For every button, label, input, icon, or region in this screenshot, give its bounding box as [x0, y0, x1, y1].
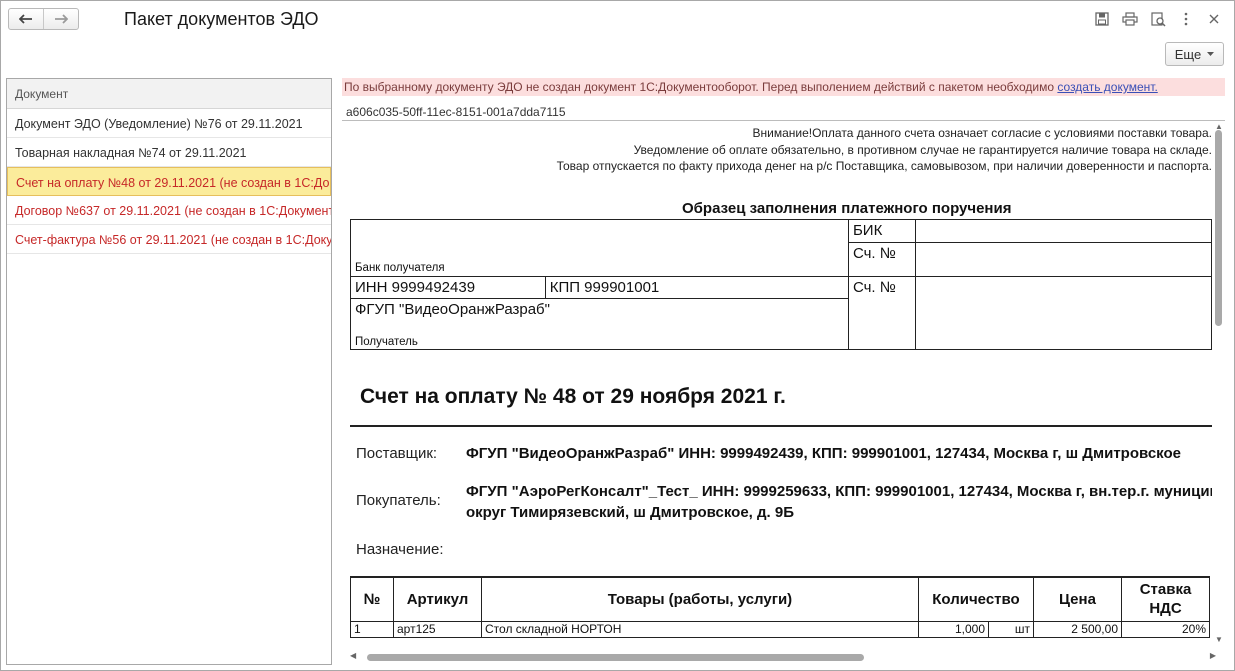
goods-table: № Артикул Товары (работы, услуги) Количе… — [350, 576, 1210, 638]
scroll-left-icon[interactable]: ◀ — [350, 651, 356, 660]
recipient-name: ФГУП "ВидеоОранжРазраб" — [355, 301, 550, 318]
invoice-title: Счет на оплату № 48 от 29 ноября 2021 г. — [360, 385, 786, 408]
account-label-2: Сч. № — [847, 276, 916, 350]
account-value-2 — [914, 276, 1212, 350]
more-vert-icon — [1184, 12, 1188, 26]
cell-qty: 1,000 — [918, 620, 989, 638]
col-num: № — [350, 576, 394, 622]
document-list-header: Документ — [7, 79, 331, 109]
title-divider — [350, 425, 1212, 427]
save-icon — [1095, 12, 1109, 26]
cell-price: 2 500,00 — [1033, 620, 1122, 638]
invoice-note: Внимание!Оплата данного счета означает с… — [752, 126, 1213, 140]
navigation-buttons — [8, 8, 79, 30]
recipient-label: Получатель — [355, 336, 418, 348]
arrow-left-icon — [19, 14, 32, 24]
preview-button[interactable] — [1144, 9, 1172, 29]
create-document-link[interactable]: создать документ. — [1057, 80, 1157, 94]
document-guid: a606c035-50ff-11ec-8151-001a7dda7115 — [342, 103, 1225, 121]
chevron-down-icon — [1207, 51, 1215, 56]
table-row: 1 арт125 Стол складной НОРТОН 1,000 шт 2… — [350, 620, 1210, 638]
more-actions-button[interactable]: Еще — [1165, 42, 1224, 66]
forward-button[interactable] — [43, 9, 78, 29]
list-item[interactable]: Договор №637 от 29.11.2021 (не создан в … — [7, 196, 331, 225]
more-actions-label: Еще — [1174, 46, 1202, 62]
bank-cell: Банк получателя — [350, 219, 849, 277]
preview-icon — [1150, 11, 1166, 27]
horizontal-scroll-thumb[interactable] — [367, 654, 864, 661]
scroll-down-icon[interactable]: ▼ — [1215, 635, 1223, 644]
recipient-cell: ФГУП "ВидеоОранжРазраб" Получатель — [350, 298, 849, 350]
arrow-right-icon — [55, 14, 68, 24]
vertical-scroll-thumb[interactable] — [1215, 130, 1222, 326]
buyer-value-line2: округ Тимирязевский, ш Дмитровское, д. 9… — [466, 504, 794, 521]
close-button[interactable] — [1200, 9, 1228, 29]
purpose-label: Назначение: — [356, 541, 444, 558]
bik-value — [914, 219, 1212, 243]
edo-package-window: Пакет документов ЭДО Еще Документ Докуме… — [0, 0, 1235, 671]
invoice-note: Уведомление об оплате обязательно, в про… — [633, 143, 1212, 157]
payment-sample-title: Образец заполнения платежного поручения — [682, 200, 1012, 217]
window-toolbar — [1088, 9, 1228, 29]
back-button[interactable] — [9, 9, 43, 29]
print-button[interactable] — [1116, 9, 1144, 29]
col-goods: Товары (работы, услуги) — [481, 576, 919, 622]
cell-num: 1 — [350, 620, 394, 638]
close-icon — [1209, 14, 1219, 24]
warning-text: По выбранному документу ЭДО не создан до… — [344, 80, 1058, 94]
scroll-right-icon[interactable]: ▶ — [1210, 651, 1216, 660]
bank-label: Банк получателя — [355, 262, 445, 274]
invoice-note: Товар отпускается по факту прихода денег… — [556, 159, 1212, 173]
vertical-scrollbar[interactable]: ▲ ▼ — [1213, 122, 1225, 646]
col-article: Артикул — [393, 576, 482, 622]
buyer-label: Покупатель: — [356, 492, 441, 509]
bank-details-table: Банк получателя БИК Сч. № ИНН 9999492439… — [350, 219, 1212, 350]
supplier-label: Поставщик: — [356, 445, 438, 462]
cell-vat: 20% — [1121, 620, 1210, 638]
account-label: Сч. № — [847, 242, 916, 277]
list-item-selected[interactable]: Счет на оплату №48 от 29.11.2021 (не соз… — [7, 167, 331, 196]
inn-value: ИНН 9999492439 — [350, 276, 546, 299]
invoice-preview: Внимание!Оплата данного счета означает с… — [342, 122, 1212, 646]
save-button[interactable] — [1088, 9, 1116, 29]
document-list: Документ Документ ЭДО (Уведомление) №76 … — [6, 78, 332, 665]
list-item[interactable]: Товарная накладная №74 от 29.11.2021 — [7, 138, 331, 167]
col-qty: Количество — [918, 576, 1034, 622]
supplier-value: ФГУП "ВидеоОранжРазраб" ИНН: 9999492439,… — [466, 445, 1181, 462]
cell-article: арт125 — [393, 620, 482, 638]
buyer-value-line1: ФГУП "АэроРегКонсалт"_Тест_ ИНН: 9999259… — [466, 483, 1212, 500]
list-item[interactable]: Документ ЭДО (Уведомление) №76 от 29.11.… — [7, 109, 331, 138]
account-value — [914, 242, 1212, 277]
more-menu-button[interactable] — [1172, 9, 1200, 29]
bik-label: БИК — [847, 219, 916, 243]
cell-goods: Стол складной НОРТОН — [481, 620, 919, 638]
kpp-value: КПП 999901001 — [544, 276, 849, 299]
warning-bar: По выбранному документу ЭДО не создан до… — [342, 78, 1225, 96]
col-vat: Ставка НДС — [1121, 576, 1210, 622]
window-title: Пакет документов ЭДО — [124, 9, 319, 29]
list-item[interactable]: Счет-фактура №56 от 29.11.2021 (не созда… — [7, 225, 331, 254]
cell-unit: шт — [988, 620, 1034, 638]
col-price: Цена — [1033, 576, 1122, 622]
horizontal-scrollbar[interactable]: ◀ ▶ — [342, 651, 1222, 663]
print-icon — [1122, 12, 1138, 26]
